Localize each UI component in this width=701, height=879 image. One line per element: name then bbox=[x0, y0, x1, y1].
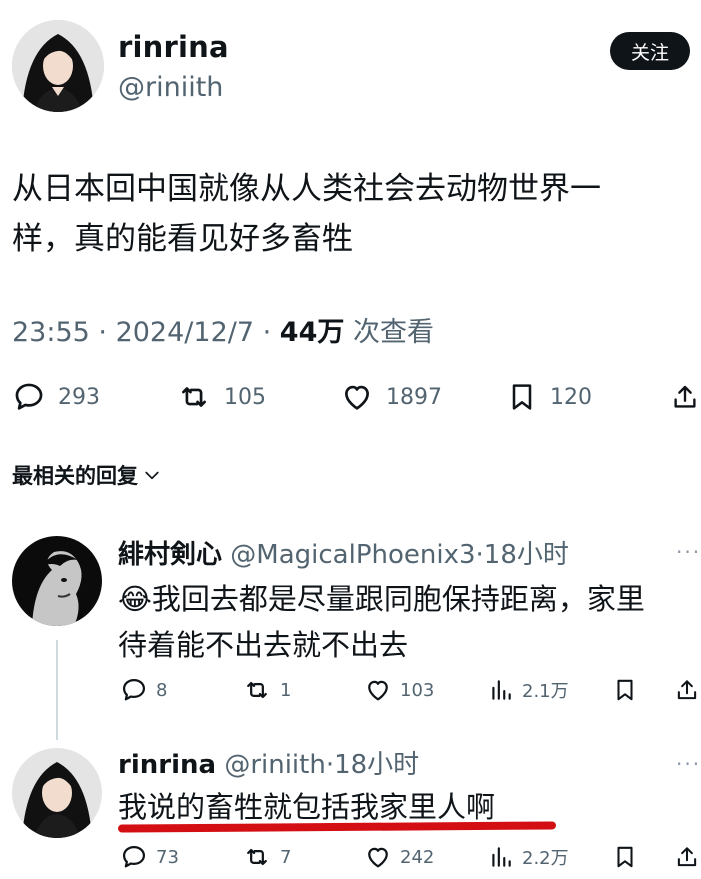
tweet-text-line: 从日本回中国就像从人类社会去动物世界一 bbox=[12, 171, 601, 207]
reply-sort-label: 最相关的回复 bbox=[12, 464, 138, 488]
reply-icon bbox=[15, 383, 43, 410]
reply-retweet-action[interactable]: 7 bbox=[242, 843, 291, 871]
author-avatar[interactable] bbox=[12, 20, 104, 112]
reply-like-action[interactable]: 242 bbox=[364, 843, 434, 871]
reply-views-action[interactable]: 2.1万 bbox=[488, 676, 569, 704]
red-underline-annotation bbox=[117, 821, 557, 833]
view-count: 2.1万 bbox=[522, 681, 569, 702]
laughing-emoji-icon: 😂 bbox=[118, 582, 152, 616]
like-count: 1897 bbox=[386, 384, 442, 410]
reply-display-name[interactable]: 緋村剣心 bbox=[118, 540, 222, 570]
meta-separator: · bbox=[98, 317, 116, 348]
heart-icon bbox=[368, 680, 388, 701]
reply-age[interactable]: 18小时 bbox=[334, 750, 419, 780]
follow-button[interactable]: 关注 bbox=[610, 32, 690, 70]
like-count: 242 bbox=[400, 846, 435, 868]
retweet-count: 7 bbox=[280, 846, 292, 868]
reply-icon bbox=[122, 678, 146, 701]
bookmark-icon bbox=[617, 846, 633, 868]
reply-retweet-action[interactable]: 1 bbox=[242, 676, 291, 704]
author-display-name[interactable]: rinrina bbox=[118, 30, 229, 64]
reply-text: 😂我回去都是尽量跟同胞保持距离，家里 待着能不出去就不出去 bbox=[118, 576, 701, 668]
bookmark-icon bbox=[617, 679, 633, 701]
bookmark-action[interactable]: 120 bbox=[506, 380, 592, 414]
reply-share-button[interactable] bbox=[674, 843, 700, 875]
heart-icon bbox=[368, 847, 388, 868]
retweet-action[interactable]: 105 bbox=[176, 380, 266, 414]
reply-text-line: 待着能不出去就不出去 bbox=[118, 628, 409, 662]
reply-text-line: 😂我回去都是尽量跟同胞保持距离，家里 bbox=[118, 576, 701, 622]
reply-bookmark-button[interactable] bbox=[612, 676, 638, 708]
retweet-icon bbox=[247, 848, 267, 866]
reply-header: 緋村剣心 @MagicalPhoenix3·18小时 bbox=[118, 534, 569, 571]
more-options-icon[interactable]: ··· bbox=[676, 540, 701, 564]
reply-views-action[interactable]: 2.2万 bbox=[488, 843, 569, 871]
reply-count: 293 bbox=[58, 384, 100, 410]
reply-bookmark-button[interactable] bbox=[612, 843, 638, 875]
retweet-icon bbox=[247, 681, 267, 699]
reply-share-button[interactable] bbox=[674, 676, 700, 708]
bookmark-icon bbox=[512, 384, 532, 410]
share-button[interactable] bbox=[670, 380, 700, 418]
tweet-text: 从日本回中国就像从人类社会去动物世界一 样，真的能看见好多畜牲 bbox=[12, 164, 692, 264]
heart-icon bbox=[345, 385, 369, 410]
reply-reply-action[interactable]: 73 bbox=[120, 843, 179, 871]
meta-separator: · bbox=[325, 750, 335, 780]
tweet-meta: 23:55 · 2024/12/7 · 44万 次查看 bbox=[12, 310, 434, 349]
author-handle[interactable]: @riniith bbox=[118, 72, 223, 103]
reply-reply-action[interactable]: 8 bbox=[120, 676, 167, 704]
reply-display-name[interactable]: rinrina bbox=[118, 750, 216, 780]
retweet-icon bbox=[182, 387, 206, 407]
bookmark-count: 120 bbox=[550, 384, 592, 410]
view-count: 2.2万 bbox=[522, 848, 569, 869]
reply-avatar[interactable] bbox=[12, 748, 102, 838]
reply-age[interactable]: 18小时 bbox=[484, 540, 569, 570]
reply-count: 73 bbox=[156, 846, 179, 868]
retweet-count: 1 bbox=[280, 679, 292, 701]
view-label: 次查看 bbox=[352, 317, 434, 348]
reply-avatar[interactable] bbox=[12, 536, 102, 626]
meta-separator: · bbox=[475, 540, 484, 570]
reply-sort-dropdown[interactable]: 最相关的回复 bbox=[12, 460, 162, 490]
like-action[interactable]: 1897 bbox=[340, 380, 442, 414]
chevron-down-icon bbox=[145, 471, 159, 480]
meta-separator: · bbox=[262, 317, 280, 348]
share-icon bbox=[677, 680, 697, 700]
share-icon bbox=[677, 847, 697, 867]
tweet-text-line: 样，真的能看见好多畜牲 bbox=[12, 221, 353, 257]
reply-icon bbox=[122, 845, 146, 868]
tweet-date[interactable]: 2024/12/7 bbox=[116, 317, 254, 348]
more-options-icon[interactable]: ··· bbox=[676, 752, 701, 776]
reply-handle[interactable]: @riniith bbox=[224, 750, 326, 780]
reply-header: rinrina @riniith·18小时 bbox=[118, 744, 419, 781]
thread-line bbox=[56, 640, 58, 740]
tweet-time[interactable]: 23:55 bbox=[12, 317, 90, 348]
reply-text-line-1: 我回去都是尽量跟同胞保持距离，家里 bbox=[151, 582, 645, 616]
share-icon bbox=[674, 385, 696, 408]
analytics-icon bbox=[492, 680, 511, 700]
like-count: 103 bbox=[400, 679, 435, 701]
retweet-count: 105 bbox=[224, 384, 266, 410]
view-count: 44万 bbox=[279, 317, 345, 348]
reply-handle[interactable]: @MagicalPhoenix3 bbox=[230, 540, 475, 570]
reply-like-action[interactable]: 103 bbox=[364, 676, 434, 704]
reply-action[interactable]: 293 bbox=[12, 380, 100, 414]
analytics-icon bbox=[492, 847, 511, 867]
reply-count: 8 bbox=[156, 679, 168, 701]
